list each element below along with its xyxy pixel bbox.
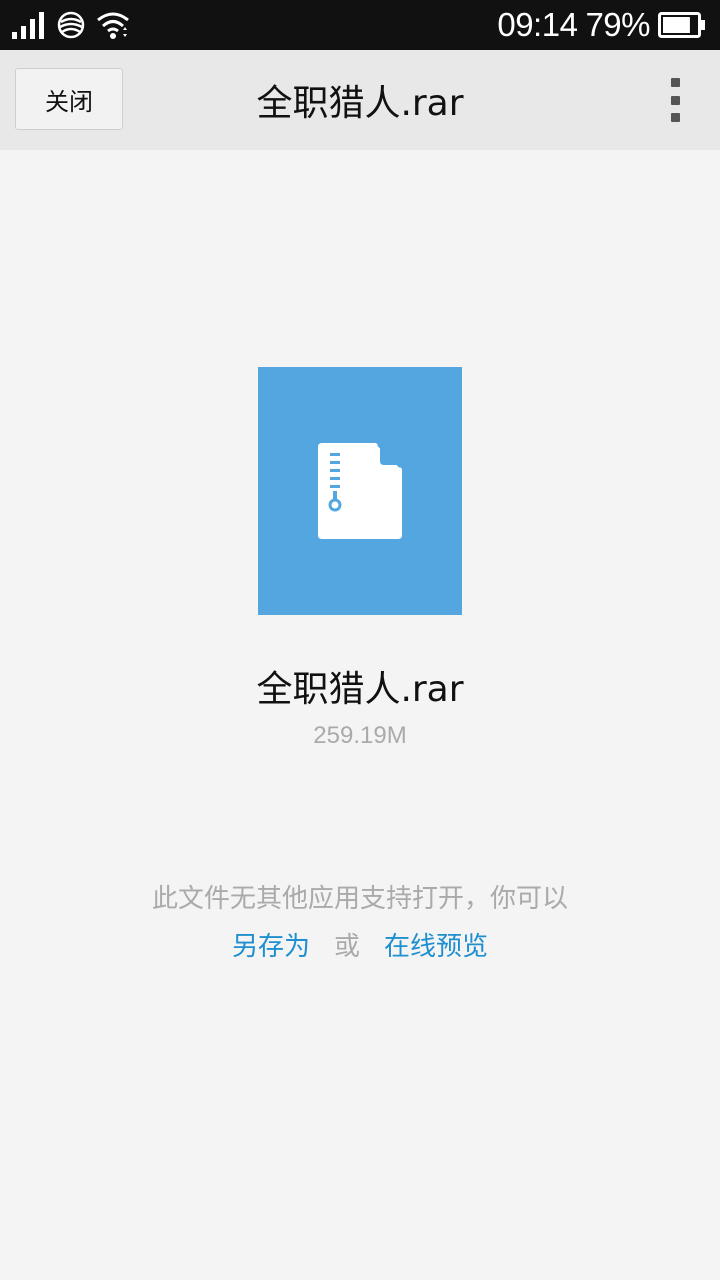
action-links: 另存为 或 在线预览	[0, 926, 720, 963]
status-bar: 09:14 79%	[0, 0, 720, 50]
carrier-logo-icon	[57, 11, 85, 39]
save-as-link[interactable]: 另存为	[232, 926, 310, 963]
more-dot	[670, 78, 680, 87]
status-right: 09:14 79%	[497, 0, 706, 50]
status-time: 09:14	[497, 6, 578, 43]
battery-icon	[658, 12, 705, 38]
signal-icon	[12, 12, 44, 39]
more-vertical-icon[interactable]	[660, 78, 690, 122]
zip-file-icon	[318, 443, 402, 539]
close-button[interactable]: 关闭	[15, 68, 123, 130]
online-preview-link[interactable]: 在线预览	[384, 926, 488, 963]
battery-percent: 79%	[585, 6, 650, 43]
title-bar: 关闭 全职猎人.rar	[0, 50, 720, 150]
file-thumbnail	[258, 367, 462, 615]
file-name: 全职猎人.rar	[256, 669, 464, 710]
file-size: 259.19M	[313, 722, 407, 749]
status-left-icons	[12, 8, 130, 42]
more-dot	[670, 113, 680, 122]
more-dot	[670, 95, 680, 105]
or-separator: 或	[333, 932, 360, 962]
unsupported-notice: 此文件无其他应用支持打开，你可以	[151, 884, 568, 914]
wifi-icon	[97, 12, 129, 39]
page-title: 全职猎人.rar	[256, 83, 464, 124]
